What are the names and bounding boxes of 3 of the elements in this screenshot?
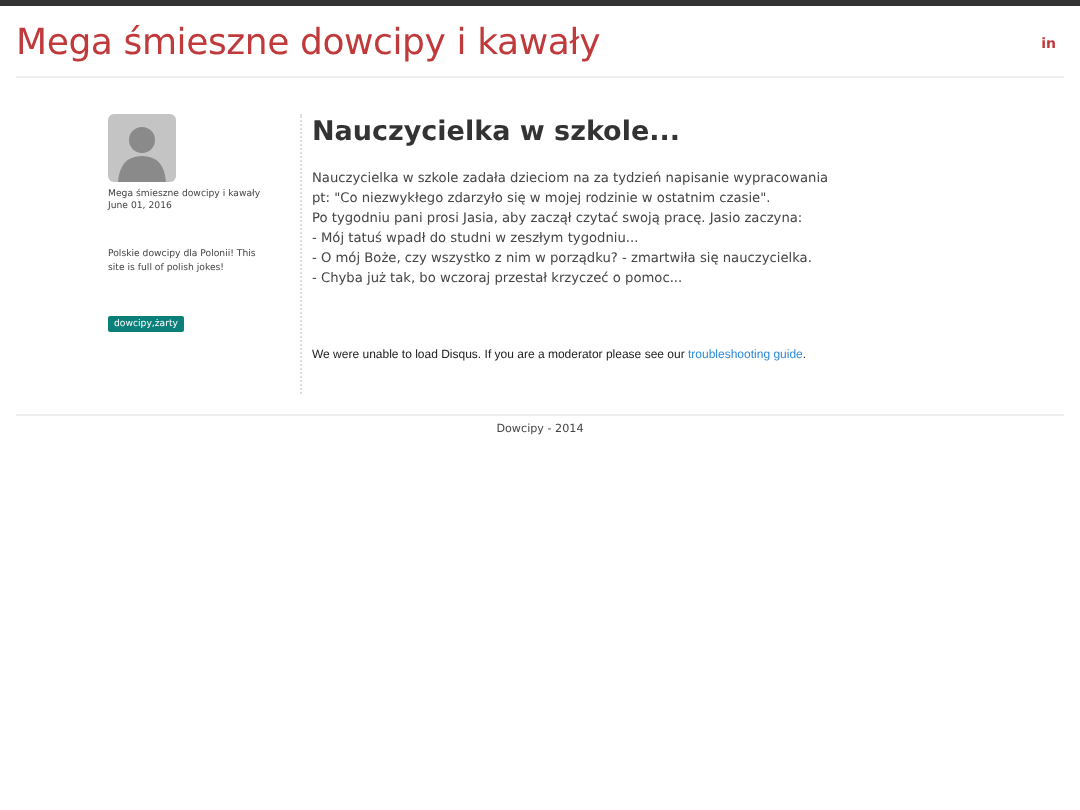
avatar-icon	[108, 114, 176, 182]
post-title: Nauczycielka w szkole...	[312, 116, 683, 148]
site-title[interactable]: Mega śmieszne dowcipy i kawały	[16, 22, 601, 64]
